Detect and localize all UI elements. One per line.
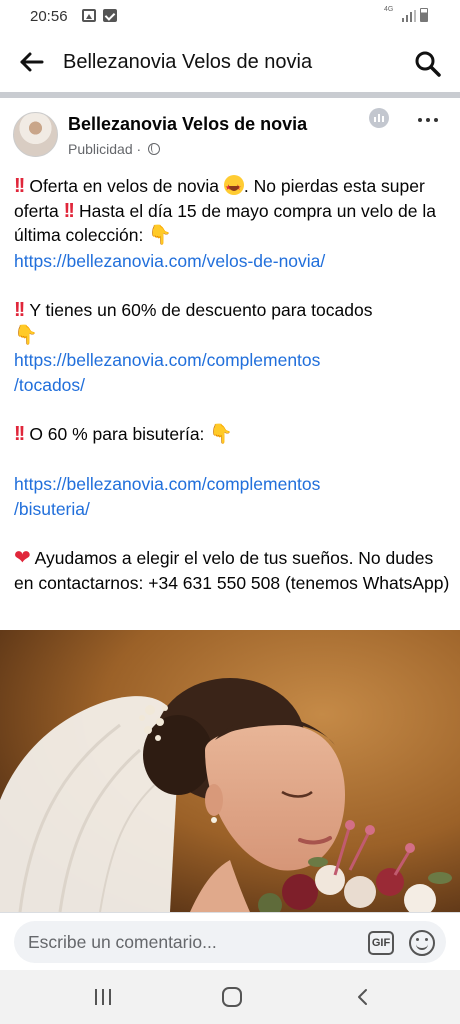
pointing-down-emoji-icon: 👇 (14, 324, 38, 346)
double-exclamation-icon: !! (14, 422, 25, 445)
post-page-name[interactable]: Bellezanovia Velos de novia (68, 114, 307, 135)
system-back-button[interactable] (355, 988, 369, 1006)
post-text: !!Oferta en velos de novia . No pierdas … (14, 174, 450, 595)
jewelry-link-line-1[interactable]: https://bellezanovia.com/complementos (14, 474, 320, 494)
back-button[interactable] (16, 48, 48, 78)
app-header: Bellezanovia Velos de novia (0, 34, 460, 92)
status-time: 20:56 (30, 8, 68, 25)
post-paragraph-3-link: https://bellezanovia.com/complementos/bi… (14, 472, 450, 521)
recent-apps-button[interactable] (93, 989, 113, 1005)
gif-button[interactable]: GIF (368, 931, 394, 955)
pointing-down-emoji-icon: 👇 (209, 423, 233, 445)
star-eyes-emoji-icon (223, 175, 244, 201)
jewelry-link-line-2[interactable]: /bisuteria/ (14, 499, 90, 519)
gallery-notification-icon (82, 9, 96, 22)
emoji-picker-button[interactable] (409, 930, 435, 956)
headpieces-link-line-1[interactable]: https://bellezanovia.com/complementos (14, 350, 320, 370)
search-button[interactable] (412, 48, 444, 80)
post-image[interactable] (0, 630, 460, 912)
double-exclamation-icon: !! (14, 298, 25, 321)
bride-photo (0, 630, 460, 912)
post-paragraph-1: !!Oferta en velos de novia . No pierdas … (14, 174, 450, 273)
network-type: 4G (384, 6, 394, 13)
sponsored-label: Publicidad · (68, 141, 161, 157)
jewelry-link[interactable]: https://bellezanovia.com/complementos/bi… (14, 474, 320, 519)
heart-emoji-icon: ❤ (14, 546, 31, 569)
search-icon (415, 51, 441, 77)
chevron-left-icon (358, 989, 367, 1005)
post-paragraph-4: ❤ Ayudamos a elegir el velo de tus sueño… (14, 546, 450, 595)
sponsored-text: Publicidad (68, 141, 133, 157)
headpieces-link-line-2[interactable]: /tocados/ (14, 375, 85, 395)
post-header: Bellezanovia Velos de novia Publicidad · (0, 98, 460, 168)
contact-text: Ayudamos a elegir el velo de tus sueños.… (14, 547, 450, 593)
pointing-down-emoji-icon: 👇 (148, 225, 172, 247)
double-exclamation-icon: !! (63, 199, 75, 222)
headpieces-discount-text: Y tienes un 60% de descuento para tocado… (29, 299, 373, 320)
page-avatar[interactable] (13, 112, 58, 157)
home-button[interactable] (222, 987, 242, 1007)
arrow-left-icon (20, 52, 44, 72)
more-options-button[interactable] (418, 110, 442, 130)
page-title: Bellezanovia Velos de novia (63, 51, 313, 73)
check-notification-icon (103, 9, 117, 22)
headpieces-link[interactable]: https://bellezanovia.com/complementos/to… (14, 350, 320, 395)
veils-link[interactable]: https://bellezanovia.com/velos-de-novia/ (14, 251, 325, 271)
double-exclamation-icon: !! (14, 175, 25, 197)
insights-icon[interactable] (369, 108, 389, 128)
status-bar: 20:56 4G (0, 0, 460, 34)
comment-bar: GIF (0, 912, 460, 970)
globe-icon (148, 143, 161, 155)
jewelry-discount-text: O 60 % para bisutería: (29, 423, 205, 444)
post-paragraph-3: !! O 60 % para bisutería: 👇 (14, 422, 450, 448)
battery-icon (420, 8, 428, 22)
post-paragraph-2: !! Y tienes un 60% de descuento para toca… (14, 298, 450, 397)
signal-icon (402, 10, 416, 22)
offer-text: Oferta en velos de novia (29, 176, 220, 196)
system-navigation-bar (0, 970, 460, 1024)
offer-date-text: Hasta el día 15 de mayo compra un velo d… (14, 200, 436, 246)
